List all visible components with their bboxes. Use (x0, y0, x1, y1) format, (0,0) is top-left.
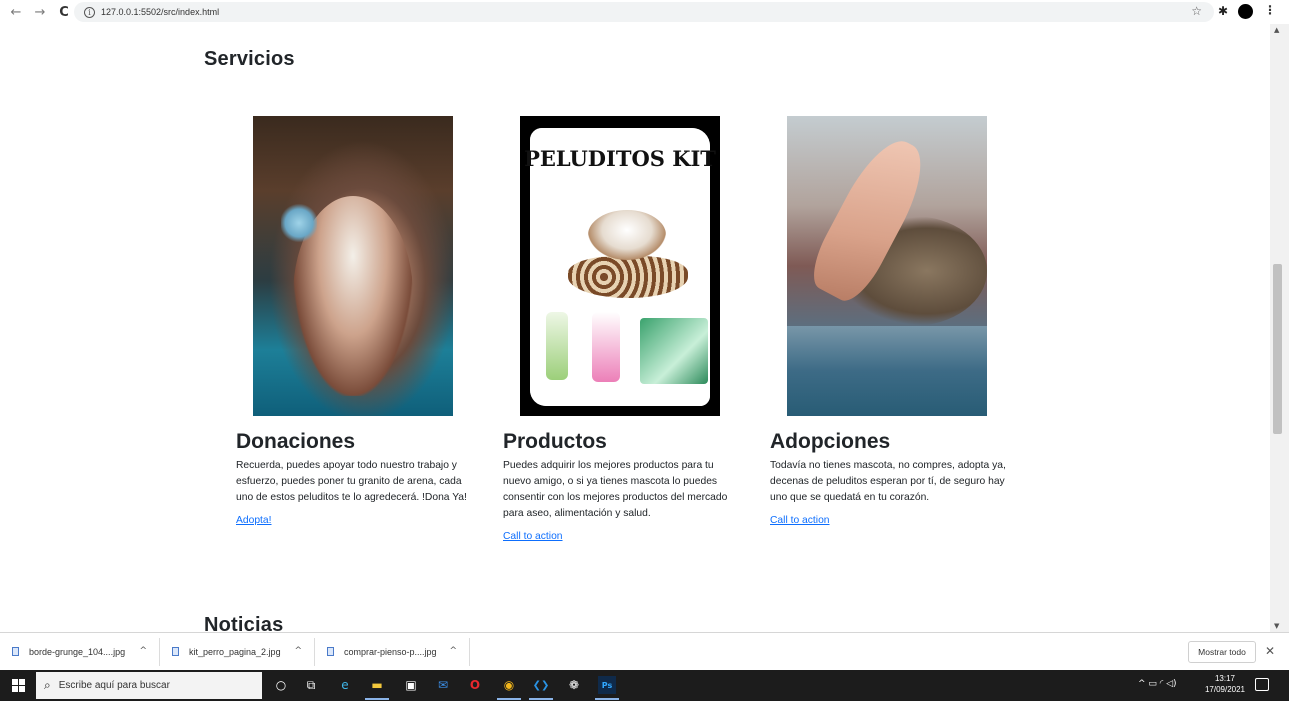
task-view-icon[interactable]: ⧉ (302, 676, 320, 694)
system-tray-icons[interactable]: ^ ▭ ◜ ◁) (1138, 679, 1177, 689)
chevron-up-icon[interactable]: ^ (294, 646, 302, 656)
extensions-icon[interactable]: ✱ (1218, 4, 1228, 18)
browser-toolbar: ← → C i 127.0.0.1:5502/src/index.html ☆ … (0, 0, 1289, 24)
download-filename: borde-grunge_104....jpg (29, 646, 126, 657)
search-icon: ⌕ (44, 678, 51, 692)
peluditos-kit-photo: PELUDITOS KIT (520, 116, 720, 416)
chrome-icon[interactable]: ◉ (497, 676, 521, 700)
profile-avatar-icon[interactable] (1238, 4, 1253, 19)
card-text: Recuerda, puedes apoyar todo nuestro tra… (236, 460, 467, 503)
file-icon (12, 647, 19, 656)
chevron-up-icon[interactable]: ^ (449, 646, 457, 656)
page-viewport: Servicios Donaciones Recuerda, puedes ap… (0, 24, 1270, 632)
card-title: Donaciones (236, 430, 356, 453)
info-icon[interactable]: i (84, 6, 95, 18)
downloads-bar: borde-grunge_104....jpg ^ kit_perro_pagi… (0, 632, 1289, 670)
file-explorer-icon[interactable]: ▬ (365, 676, 389, 700)
page-scrollbar[interactable]: ▲ ▼ (1270, 24, 1289, 632)
windows-taskbar: ⌕ Escribe aquí para buscar ○ ⧉ e ▬ ▣ ✉ O… (0, 670, 1289, 701)
download-item[interactable]: kit_perro_pagina_2.jpg ^ (160, 637, 315, 666)
card-adopciones: Adopciones Todavía no tienes mascota, no… (770, 116, 1010, 527)
download-item[interactable]: borde-grunge_104....jpg ^ (0, 637, 160, 666)
cat-butterfly-photo (253, 116, 453, 416)
taskbar-search-input[interactable]: ⌕ Escribe aquí para buscar (36, 672, 262, 699)
clock-time: 13:17 (1214, 674, 1236, 683)
download-filename: comprar-pienso-p....jpg (344, 646, 437, 657)
card-text: Todavía no tienes mascota, no compres, a… (770, 460, 1006, 503)
scroll-up-icon[interactable]: ▲ (1274, 26, 1279, 34)
scroll-down-icon[interactable]: ▼ (1274, 622, 1279, 630)
kit-image-text: PELUDITOS KIT (524, 146, 716, 171)
scroll-thumb[interactable] (1273, 264, 1282, 434)
card-donaciones: Donaciones Recuerda, puedes apoyar todo … (236, 116, 476, 527)
show-all-button[interactable]: Mostrar todo (1188, 641, 1256, 663)
opera-icon[interactable]: O (466, 676, 484, 694)
card-productos: PELUDITOS KIT Productos Puedes adquirir … (503, 116, 743, 543)
high-five-cat-photo (787, 116, 987, 416)
close-icon[interactable]: ✕ (1265, 644, 1275, 658)
chevron-up-icon[interactable]: ^ (139, 646, 147, 656)
back-arrow-icon[interactable]: ← (8, 4, 24, 20)
download-item[interactable]: comprar-pienso-p....jpg ^ (315, 637, 470, 666)
file-icon (172, 647, 179, 656)
services-heading: Servicios (204, 48, 295, 70)
card-title: Productos (503, 430, 607, 453)
edge-icon[interactable]: e (336, 676, 354, 694)
call-to-action-link[interactable]: Call to action (770, 515, 830, 526)
photoshop-icon[interactable]: Ps (595, 676, 619, 700)
browser-menu-icon[interactable]: ⋮ (1264, 3, 1276, 17)
url-text[interactable]: 127.0.0.1:5502/src/index.html (101, 7, 219, 17)
address-bar[interactable]: i 127.0.0.1:5502/src/index.html ☆ (74, 2, 1214, 22)
card-text: Puedes adquirir los mejores productos pa… (503, 460, 728, 519)
download-filename: kit_perro_pagina_2.jpg (189, 646, 281, 657)
windows-start-icon[interactable] (12, 679, 25, 692)
forward-arrow-icon[interactable]: → (32, 4, 48, 20)
taskbar-clock[interactable]: 13:17 17/09/2021 (1200, 673, 1250, 695)
notifications-icon[interactable] (1255, 678, 1269, 691)
card-title: Adopciones (770, 430, 891, 453)
clock-date: 17/09/2021 (1204, 685, 1246, 694)
mail-icon[interactable]: ✉ (434, 676, 452, 694)
bookmark-star-icon[interactable]: ☆ (1191, 4, 1202, 18)
app-icon[interactable]: ❁ (565, 676, 583, 694)
call-to-action-link[interactable]: Call to action (503, 531, 563, 542)
file-icon (327, 647, 334, 656)
vscode-icon[interactable]: ❮❯ (529, 676, 553, 700)
store-icon[interactable]: ▣ (402, 676, 420, 694)
reload-icon[interactable]: C (56, 4, 72, 20)
cortana-icon[interactable]: ○ (272, 676, 290, 694)
adopta-link[interactable]: Adopta! (236, 515, 272, 526)
news-heading: Noticias (204, 614, 284, 632)
search-placeholder: Escribe aquí para buscar (58, 680, 170, 691)
